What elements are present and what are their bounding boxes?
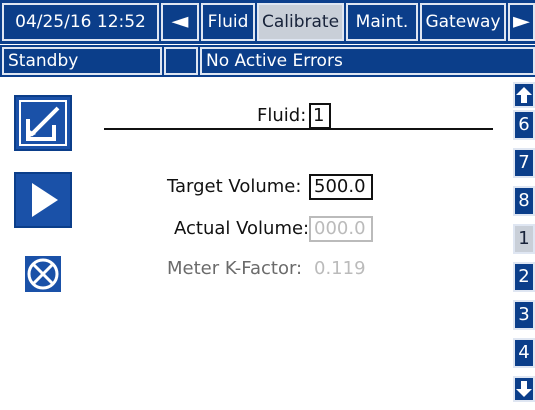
cancel-icon: [25, 256, 61, 292]
mode-display: Standby: [2, 47, 162, 75]
fluid-selector-rail: 6 7 8 1 2 3 4: [511, 82, 535, 410]
tab-calibrate[interactable]: Calibrate: [257, 3, 344, 41]
left-arrow-icon: ◄: [171, 9, 189, 34]
divider: [104, 128, 493, 130]
tab-maint[interactable]: Maint.: [346, 3, 418, 41]
rail-item-7[interactable]: 7: [513, 148, 535, 178]
rail-item-6[interactable]: 6: [513, 110, 535, 140]
k-factor-value: 0.119: [314, 258, 366, 279]
top-nav-bar: 04/25/16 12:52 ◄ Fluid Calibrate Maint. …: [0, 0, 535, 44]
edit-button[interactable]: [14, 95, 72, 151]
rail-up-button[interactable]: [513, 82, 535, 108]
datetime-display: 04/25/16 12:52: [2, 3, 159, 41]
status-bar: Standby No Active Errors: [0, 45, 535, 77]
actual-volume-field: 000.0: [309, 216, 373, 242]
back-arrow-button[interactable]: ◄: [161, 3, 199, 41]
rail-item-3[interactable]: 3: [513, 300, 535, 330]
fluid-label: Fluid:: [257, 105, 307, 126]
fluid-field[interactable]: 1: [309, 103, 331, 129]
error-status-message: No Active Errors: [200, 47, 535, 75]
right-arrow-icon: ►: [513, 9, 530, 34]
rail-item-8[interactable]: 8: [513, 186, 535, 216]
status-indicator: [164, 47, 198, 75]
start-button[interactable]: [14, 172, 72, 228]
actual-volume-label: Actual Volume:: [174, 218, 310, 239]
forward-arrow-button[interactable]: ►: [508, 3, 535, 41]
rail-down-button[interactable]: [513, 376, 535, 402]
play-icon: [32, 183, 58, 217]
target-volume-label: Target Volume:: [167, 176, 302, 197]
target-volume-field[interactable]: 500.0: [309, 174, 373, 200]
tab-fluid[interactable]: Fluid: [201, 3, 255, 41]
arrow-up-icon: [516, 87, 532, 103]
rail-item-4[interactable]: 4: [513, 338, 535, 368]
edit-icon: [26, 106, 60, 141]
rail-item-2[interactable]: 2: [513, 262, 535, 292]
arrow-down-icon: [516, 381, 532, 397]
rail-item-1[interactable]: 1: [513, 224, 535, 254]
cancel-button[interactable]: [23, 254, 63, 294]
tab-gateway[interactable]: Gateway: [420, 3, 506, 41]
k-factor-label: Meter K-Factor:: [167, 258, 303, 279]
